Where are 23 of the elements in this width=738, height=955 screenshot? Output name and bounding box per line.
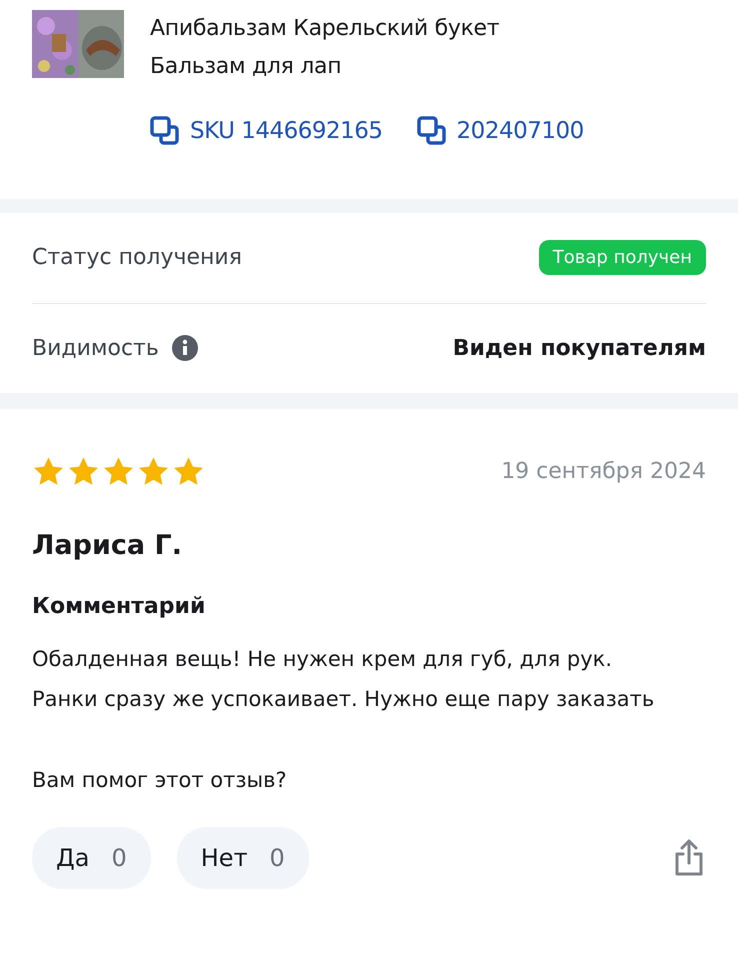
- info-icon[interactable]: [170, 334, 199, 362]
- copy-code-link[interactable]: 202407100: [416, 114, 584, 148]
- product-title: Апибальзам Карельский букет: [150, 15, 500, 43]
- review-date: 19 сентября 2024: [501, 458, 706, 486]
- field-label: Видимость: [32, 334, 159, 362]
- star-icon: [67, 456, 100, 486]
- vote-button[interactable]: Да 0: [32, 826, 151, 888]
- copy-icon: [416, 116, 447, 146]
- copy-icon: [150, 116, 180, 146]
- status-badge: Товар получен: [538, 240, 706, 275]
- field-label: Статус получения: [32, 244, 242, 272]
- comment-heading: Комментарий: [32, 593, 206, 621]
- vote-button[interactable]: Нет 0: [176, 826, 309, 888]
- helpful-question: Вам помог этот отзыв?: [32, 767, 288, 794]
- copy-code-link[interactable]: SKU 1446692165: [150, 114, 383, 148]
- star-icon: [137, 456, 170, 486]
- field-value: Виден покупателям: [452, 334, 706, 362]
- star-icon: [172, 456, 205, 486]
- star-icon: [32, 456, 65, 486]
- product-subtitle: Бальзам для лап: [150, 53, 342, 81]
- reviewer-name: Лариса Г.: [32, 528, 183, 562]
- star-icon: [102, 456, 135, 486]
- review-comment: Обалденная вещь! Не нужен крем для губ, для рук. Ранки сразу же успокаивает. Нужно еще пару заказать: [32, 646, 656, 713]
